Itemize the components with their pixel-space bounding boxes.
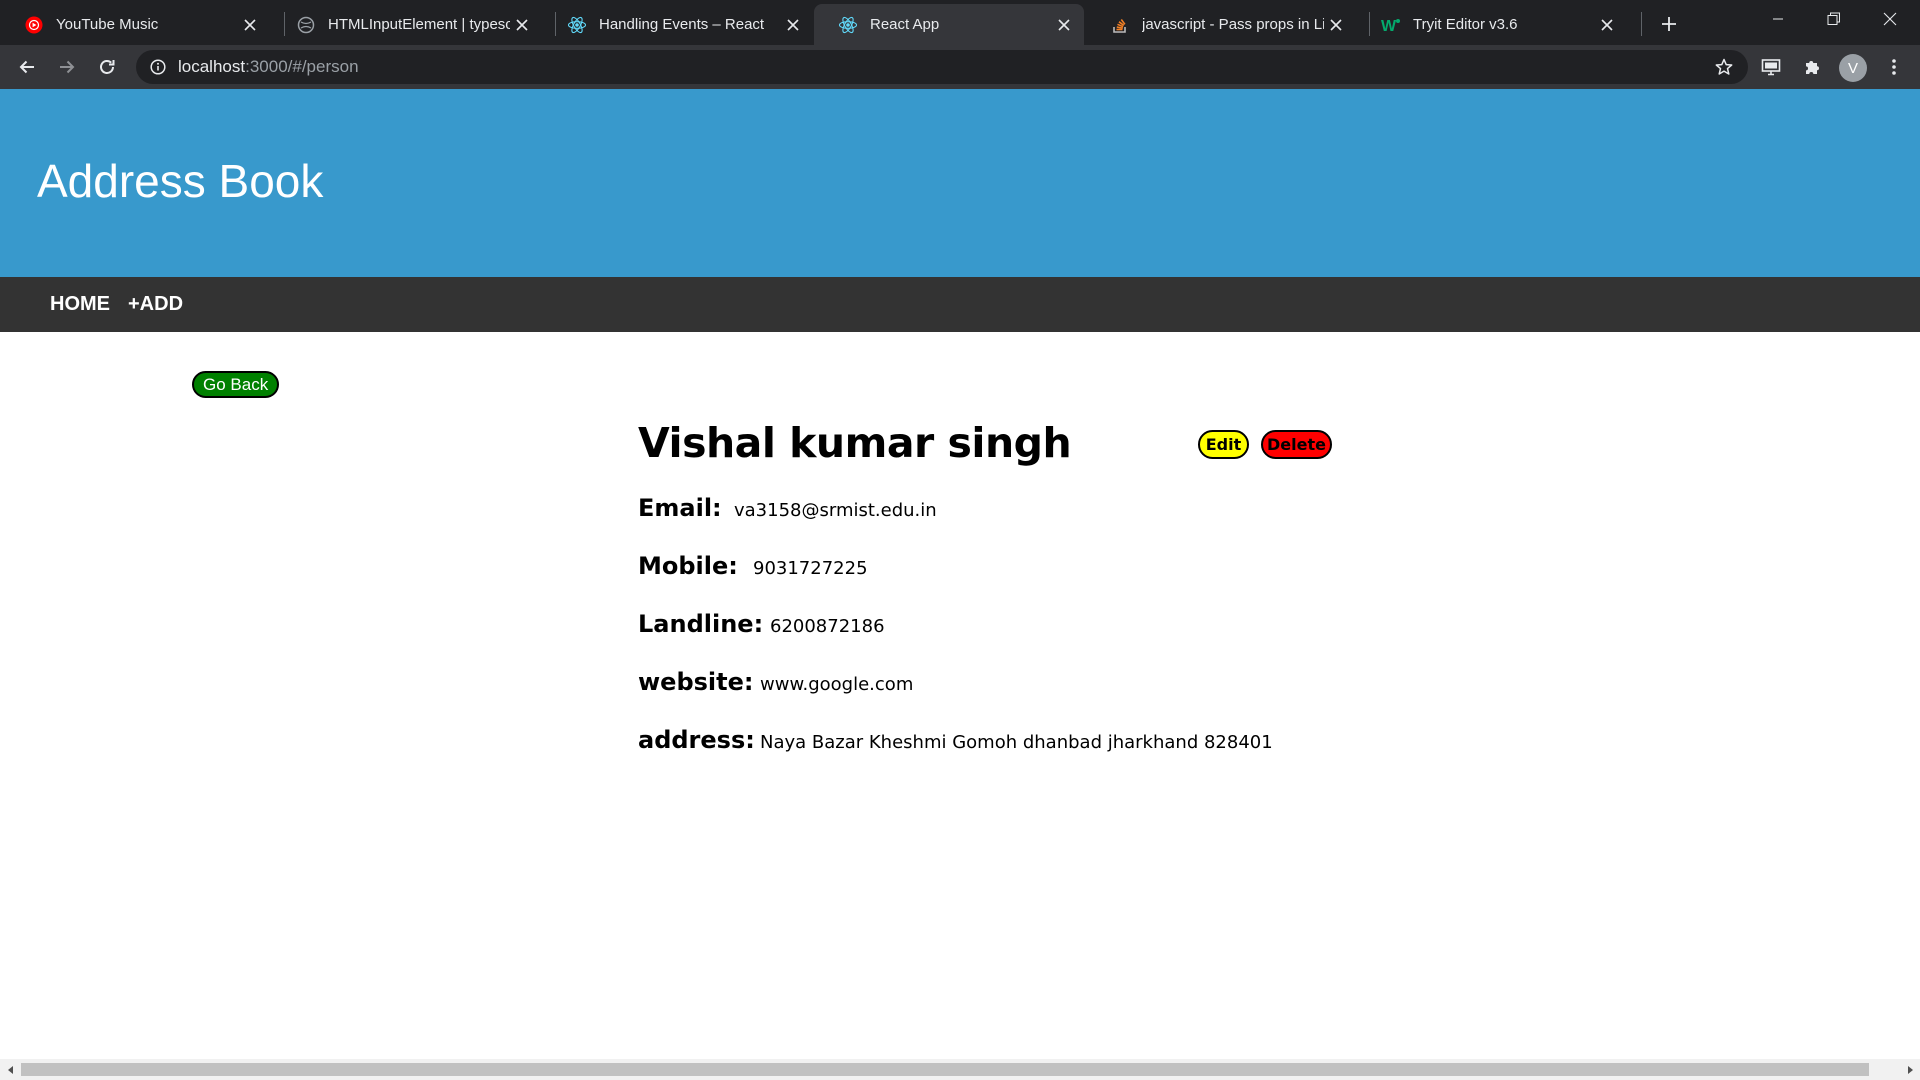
browser-tab-strip: YouTube Music HTMLInputElement | typescr… [0, 0, 1920, 45]
landline-label: Landline: [638, 610, 764, 638]
cast-button[interactable] [1755, 51, 1787, 83]
react-icon [567, 15, 587, 35]
landline-row: Landline: 6200872186 [638, 610, 885, 646]
app-header: Address Book [0, 89, 1920, 277]
tab-separator [1641, 12, 1642, 36]
tab-title: HTMLInputElement | typescript [328, 16, 510, 33]
website-value: www.google.com [760, 674, 914, 695]
globe-icon [296, 15, 316, 35]
scrollbar-thumb[interactable] [21, 1063, 1869, 1076]
close-icon[interactable] [238, 13, 262, 37]
tab-react-app[interactable]: React App [814, 4, 1084, 45]
minimize-button[interactable] [1750, 0, 1806, 38]
w3schools-icon: W [1381, 15, 1401, 35]
tab-tryit-editor[interactable]: W Tryit Editor v3.6 [1357, 4, 1627, 45]
email-row: Email: va3158@srmist.edu.in [638, 494, 937, 530]
go-back-button[interactable]: Go Back [192, 371, 280, 398]
app-title: Address Book [37, 155, 324, 207]
close-icon[interactable] [1595, 13, 1619, 37]
website-row: website: www.google.com [638, 668, 913, 704]
profile-avatar[interactable]: V [1839, 54, 1867, 82]
address-label: address: [638, 726, 755, 754]
close-icon[interactable] [510, 13, 534, 37]
react-icon [838, 15, 858, 35]
app-nav: HOME +ADD [0, 277, 1920, 332]
youtube-music-icon [24, 15, 44, 35]
close-icon[interactable] [1324, 13, 1348, 37]
back-button[interactable] [11, 51, 43, 83]
tab-title: javascript - Pass props in Link [1142, 16, 1324, 33]
tab-title: React App [870, 16, 940, 33]
address-bar[interactable]: localhost:3000/#/person [136, 50, 1748, 84]
url-path: :3000/#/person [245, 57, 359, 76]
landline-value: 6200872186 [770, 616, 885, 637]
tab-handling-events-react[interactable]: Handling Events – React [543, 4, 813, 45]
horizontal-scrollbar[interactable] [0, 1059, 1920, 1080]
nav-add-link[interactable]: +ADD [128, 277, 183, 332]
tab-title: Tryit Editor v3.6 [1413, 16, 1518, 33]
restore-icon [1827, 12, 1840, 25]
edit-button[interactable]: Edit [1198, 430, 1249, 459]
nav-home-link[interactable]: HOME [50, 277, 110, 332]
mobile-label: Mobile: [638, 552, 738, 580]
address-row: address: Naya Bazar Kheshmi Gomoh dhanba… [638, 726, 1273, 762]
puzzle-icon [1806, 61, 1819, 74]
close-icon[interactable] [781, 13, 805, 37]
restore-button[interactable] [1806, 0, 1862, 38]
extensions-button[interactable] [1796, 51, 1828, 83]
more-vertical-icon [1892, 59, 1896, 75]
new-tab-button[interactable] [1653, 8, 1685, 40]
arrow-left-icon [19, 60, 34, 74]
delete-button[interactable]: Delete [1261, 430, 1332, 459]
tab-title: Handling Events – React [599, 16, 765, 33]
person-name: Vishal kumar singh [638, 419, 1072, 467]
close-icon[interactable] [1052, 13, 1076, 37]
email-value: va3158@srmist.edu.in [734, 500, 937, 521]
info-icon[interactable] [148, 57, 168, 77]
close-window-button[interactable] [1862, 0, 1918, 38]
reload-icon [100, 60, 115, 74]
browser-menu-button[interactable] [1878, 51, 1910, 83]
reload-button[interactable] [91, 51, 123, 83]
url-text: localhost:3000/#/person [178, 57, 359, 77]
email-label: Email: [638, 494, 722, 522]
tab-youtube-music[interactable]: YouTube Music [0, 4, 270, 45]
website-label: website: [638, 668, 754, 696]
address-value: Naya Bazar Kheshmi Gomoh dhanbad jharkha… [760, 732, 1273, 753]
mobile-row: Mobile: 9031727225 [638, 552, 868, 588]
close-icon [1883, 12, 1897, 26]
page-content: Address Book HOME +ADD Go Back Vishal ku… [0, 89, 1920, 1059]
arrow-right-icon [60, 60, 75, 74]
bookmark-star-icon[interactable] [1710, 53, 1738, 81]
browser-toolbar: localhost:3000/#/person V [0, 45, 1920, 89]
tab-htmlinputelement[interactable]: HTMLInputElement | typescript [272, 4, 542, 45]
scroll-left-icon[interactable] [0, 1059, 21, 1080]
tab-javascript-pass-props[interactable]: javascript - Pass props in Link [1086, 4, 1356, 45]
plus-icon [1662, 17, 1676, 31]
forward-button[interactable] [51, 51, 83, 83]
svg-text:W: W [1381, 18, 1397, 33]
stackoverflow-icon [1110, 15, 1130, 35]
desktop-icon [1761, 59, 1781, 76]
minimize-icon [1773, 18, 1783, 20]
mobile-value: 9031727225 [753, 558, 868, 579]
tab-title: YouTube Music [56, 16, 159, 33]
url-host: localhost [178, 57, 246, 76]
scroll-right-icon[interactable] [1899, 1059, 1920, 1080]
